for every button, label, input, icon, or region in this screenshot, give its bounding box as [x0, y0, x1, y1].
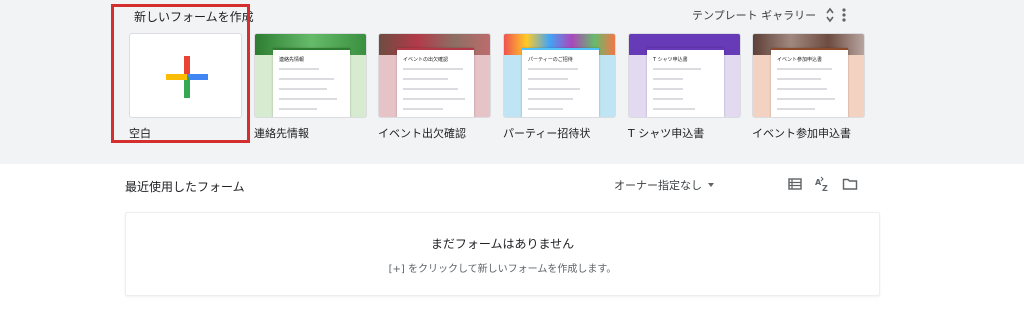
recent-forms-title: 最近使用したフォーム — [125, 180, 245, 194]
thumbnail-title: イベントの出欠確認 — [403, 57, 449, 63]
template-label: パーティー招待状 — [503, 127, 591, 140]
template-label: T シャツ申込書 — [628, 127, 705, 140]
svg-text:Z: Z — [822, 184, 828, 192]
thumbnail-title: パーティーのご招待 — [528, 57, 573, 63]
template-event-rsvp[interactable]: イベントの出欠確認 イベント出欠確認 — [378, 33, 491, 141]
thumbnail-sheet: パーティーのご招待 — [522, 48, 599, 117]
thumbnail-sheet: 連絡先情報 — [273, 48, 350, 117]
template-party-invite[interactable]: パーティーのご招待 パーティー招待状 — [503, 33, 616, 141]
thumbnail-title: イベント参加申込書 — [777, 57, 823, 63]
owner-filter-dropdown[interactable]: オーナー指定なし — [614, 177, 714, 193]
empty-state-card: まだフォームはありません [+] をクリックして新しいフォームを作成します。 — [125, 212, 880, 296]
thumbnail-title: 連絡先情報 — [279, 57, 305, 63]
template-thumbnail: イベントの出欠確認 — [378, 33, 491, 118]
sort-az-icon[interactable]: A Z — [814, 176, 830, 192]
thumbnail-sheet: イベント参加申込書 — [771, 48, 848, 117]
list-view-icon[interactable] — [787, 176, 803, 192]
template-tshirt-signup[interactable]: T シャツ申込書 T シャツ申込書 — [628, 33, 741, 141]
template-contact-info[interactable]: 連絡先情報 連絡先情報 — [254, 33, 367, 141]
owner-filter-label: オーナー指定なし — [614, 179, 702, 192]
template-thumbnail: 連絡先情報 — [254, 33, 367, 118]
highlight-box — [111, 4, 250, 143]
empty-state-subtitle: [+] をクリックして新しいフォームを作成します。 — [388, 264, 617, 275]
thumbnail-title: T シャツ申込書 — [653, 57, 688, 63]
empty-state-title: まだフォームはありません — [430, 237, 575, 251]
more-vert-icon[interactable] — [836, 5, 852, 25]
template-event-registration[interactable]: イベント参加申込書 イベント参加申込書 — [752, 33, 865, 141]
template-thumbnail: イベント参加申込書 — [752, 33, 865, 118]
caret-down-icon — [708, 183, 714, 187]
template-label: イベント出欠確認 — [378, 127, 466, 140]
thumbnail-sheet: T シャツ申込書 — [647, 48, 724, 117]
template-thumbnail: パーティーのご招待 — [503, 33, 616, 118]
template-thumbnail: T シャツ申込書 — [628, 33, 741, 118]
template-label: イベント参加申込書 — [752, 127, 851, 140]
folder-icon[interactable] — [842, 176, 858, 192]
template-label: 連絡先情報 — [254, 127, 309, 140]
template-gallery-label: テンプレート ギャラリー — [692, 9, 817, 22]
template-gallery-button[interactable]: テンプレート ギャラリー — [692, 6, 836, 24]
sort-arrows-icon — [826, 7, 834, 23]
thumbnail-sheet: イベントの出欠確認 — [397, 48, 474, 117]
svg-text:A: A — [815, 178, 822, 187]
